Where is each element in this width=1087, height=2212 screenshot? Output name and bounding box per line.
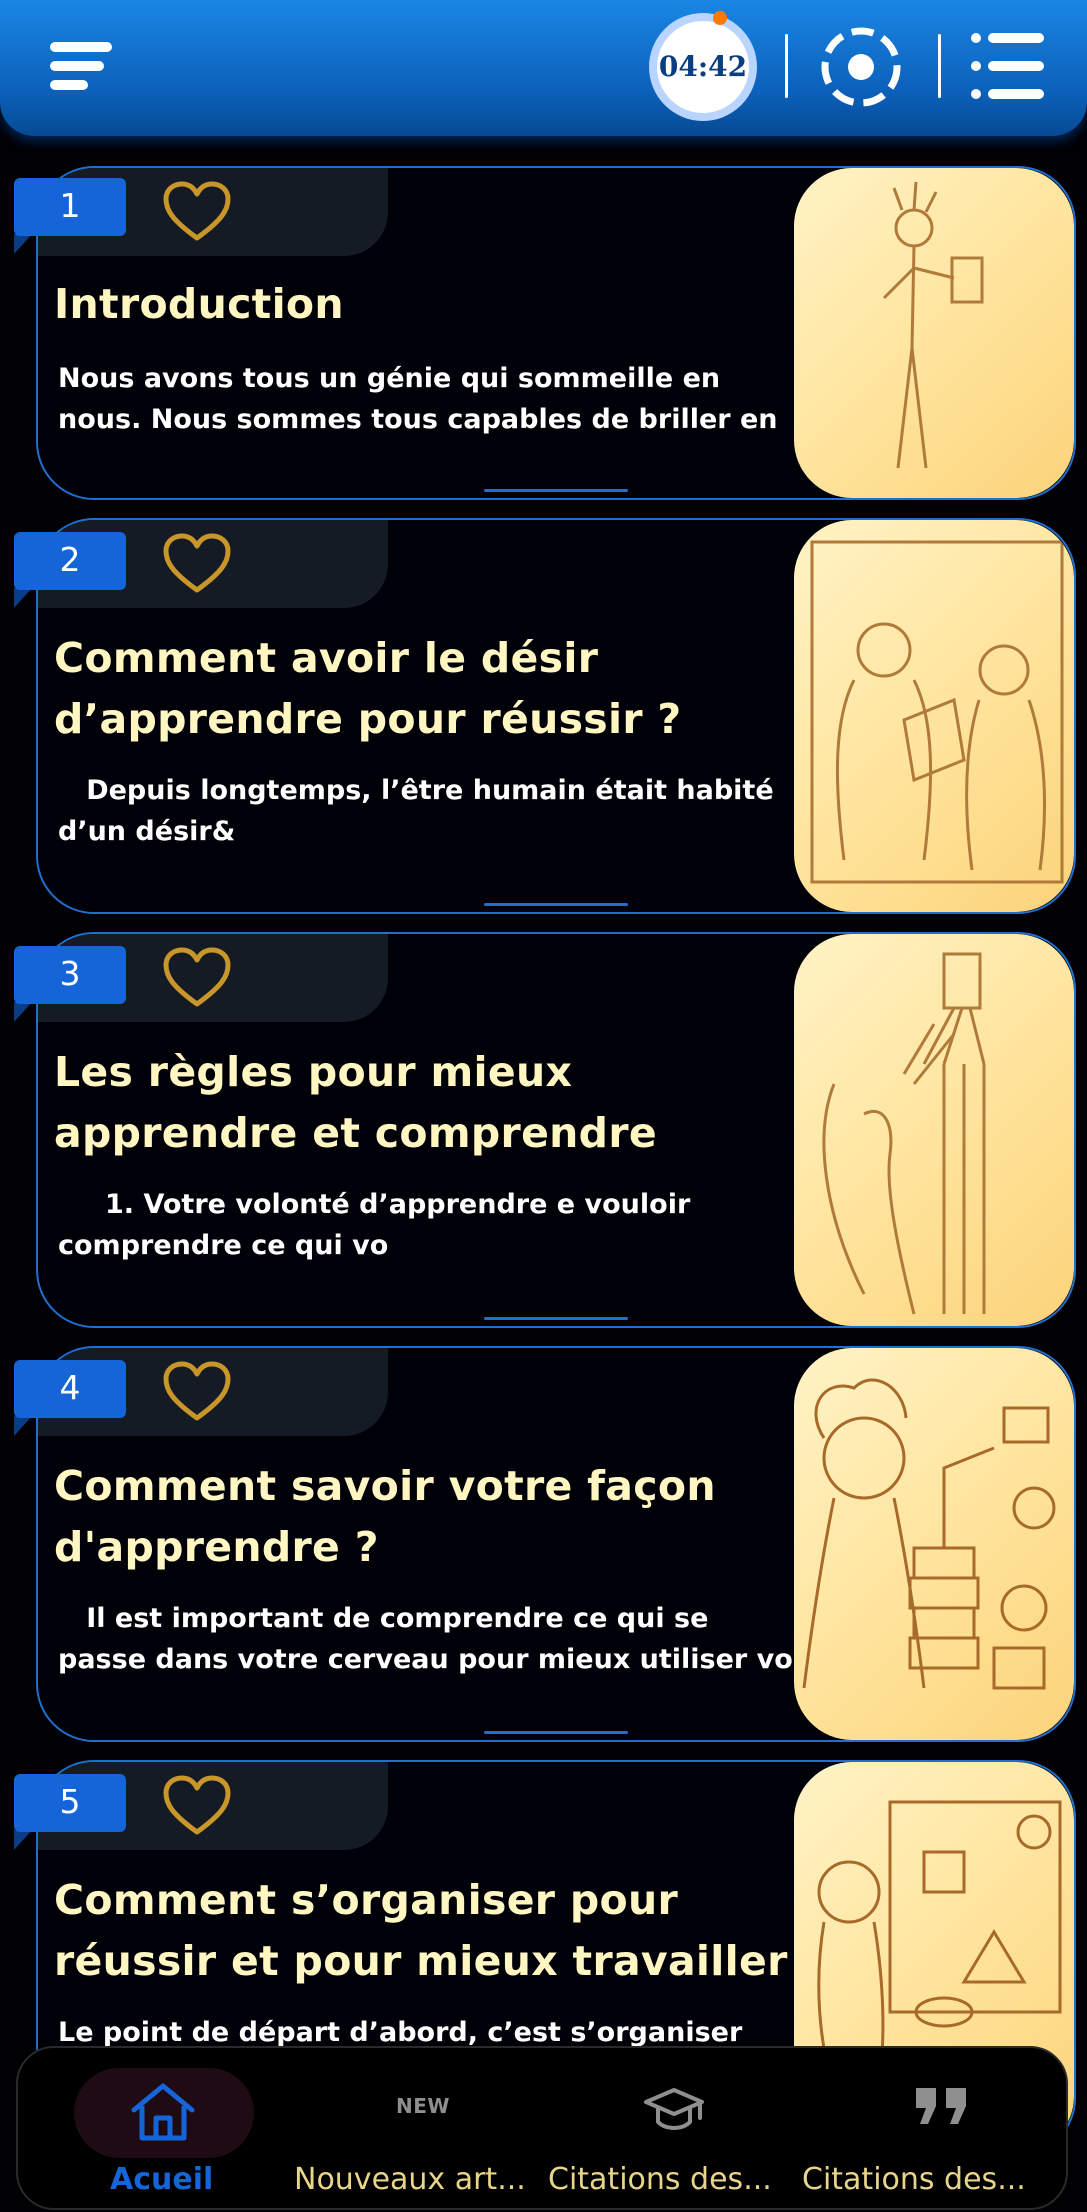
article-title: Comment avoir le désir d’apprendre pour …: [54, 634, 682, 743]
quote-icon: [914, 2084, 970, 2128]
crosshair-target-icon[interactable]: [818, 24, 904, 110]
card-divider: [484, 1317, 628, 1320]
heart-outline-icon[interactable]: [162, 1360, 232, 1424]
hamburger-menu-icon[interactable]: [46, 36, 116, 96]
article-title: Comment s’organiser pour réussir et pour…: [54, 1876, 788, 1985]
article-illustration: [794, 934, 1074, 1326]
article-excerpt: Il est important de comprendre ce qui se…: [58, 1603, 809, 1675]
card-divider: [484, 1731, 628, 1734]
article-number: 3: [59, 954, 81, 993]
article-excerpt: Nous avons tous un génie qui sommeille e…: [58, 363, 778, 435]
heart-outline-icon[interactable]: [162, 946, 232, 1010]
nav-item-citations-2[interactable]: Citations des...: [798, 2048, 1066, 2212]
article-illustration: [794, 168, 1074, 498]
heart-outline-icon[interactable]: [162, 1774, 232, 1838]
article-card-2[interactable]: Comment avoir le désir d’apprendre pour …: [36, 518, 1076, 914]
new-badge-icon: NEW: [396, 2094, 450, 2118]
top-app-bar: 04:42: [0, 0, 1087, 136]
article-title: Introduction: [54, 280, 344, 328]
article-excerpt: 1. Votre volonté d’apprendre e vouloir c…: [58, 1189, 691, 1261]
toolbar-separator: [938, 34, 941, 98]
bottom-navigation: Acueil NEW Nouveaux art... Citations des…: [16, 2046, 1068, 2210]
nav-label: Acueil: [110, 2162, 214, 2197]
nav-item-citations-1[interactable]: Citations des...: [548, 2048, 798, 2212]
list-icon[interactable]: [970, 30, 1046, 102]
home-icon: [128, 2080, 198, 2144]
card-divider: [484, 903, 628, 906]
nav-label: Citations des...: [802, 2162, 1026, 2197]
article-illustration: [794, 520, 1074, 912]
article-number: 4: [59, 1368, 81, 1407]
heart-outline-icon[interactable]: [162, 180, 232, 244]
article-card-3[interactable]: Les règles pour mieux apprendre et compr…: [36, 932, 1076, 1328]
article-card-4[interactable]: Comment savoir votre façon d'apprendre ?…: [36, 1346, 1076, 1742]
article-number-badge: 1: [14, 178, 126, 254]
article-number: 1: [59, 186, 81, 225]
nav-label: Citations des...: [548, 2162, 772, 2197]
card-divider: [484, 489, 628, 492]
article-number: 2: [59, 540, 81, 579]
article-number-badge: 5: [14, 1774, 126, 1850]
article-illustration: [794, 1348, 1074, 1740]
article-number-badge: 3: [14, 946, 126, 1022]
article-excerpt: Depuis longtemps, l’être humain était ha…: [58, 775, 774, 847]
graduation-cap-icon: [642, 2082, 706, 2138]
reading-timer[interactable]: 04:42: [646, 10, 760, 124]
nav-label: Nouveaux art...: [294, 2162, 526, 2197]
article-number-badge: 2: [14, 532, 126, 608]
article-number: 5: [59, 1782, 81, 1821]
nav-item-new-articles[interactable]: NEW Nouveaux art...: [288, 2048, 548, 2212]
nav-item-home[interactable]: Acueil: [18, 2048, 288, 2212]
article-number-badge: 4: [14, 1360, 126, 1436]
article-title: Comment savoir votre façon d'apprendre ?: [54, 1462, 716, 1571]
timer-value: 04:42: [658, 50, 748, 83]
toolbar-separator: [785, 34, 788, 98]
heart-outline-icon[interactable]: [162, 532, 232, 596]
article-title: Les règles pour mieux apprendre et compr…: [54, 1048, 657, 1157]
article-card-1[interactable]: Introduction Nous avons tous un génie qu…: [36, 166, 1076, 500]
